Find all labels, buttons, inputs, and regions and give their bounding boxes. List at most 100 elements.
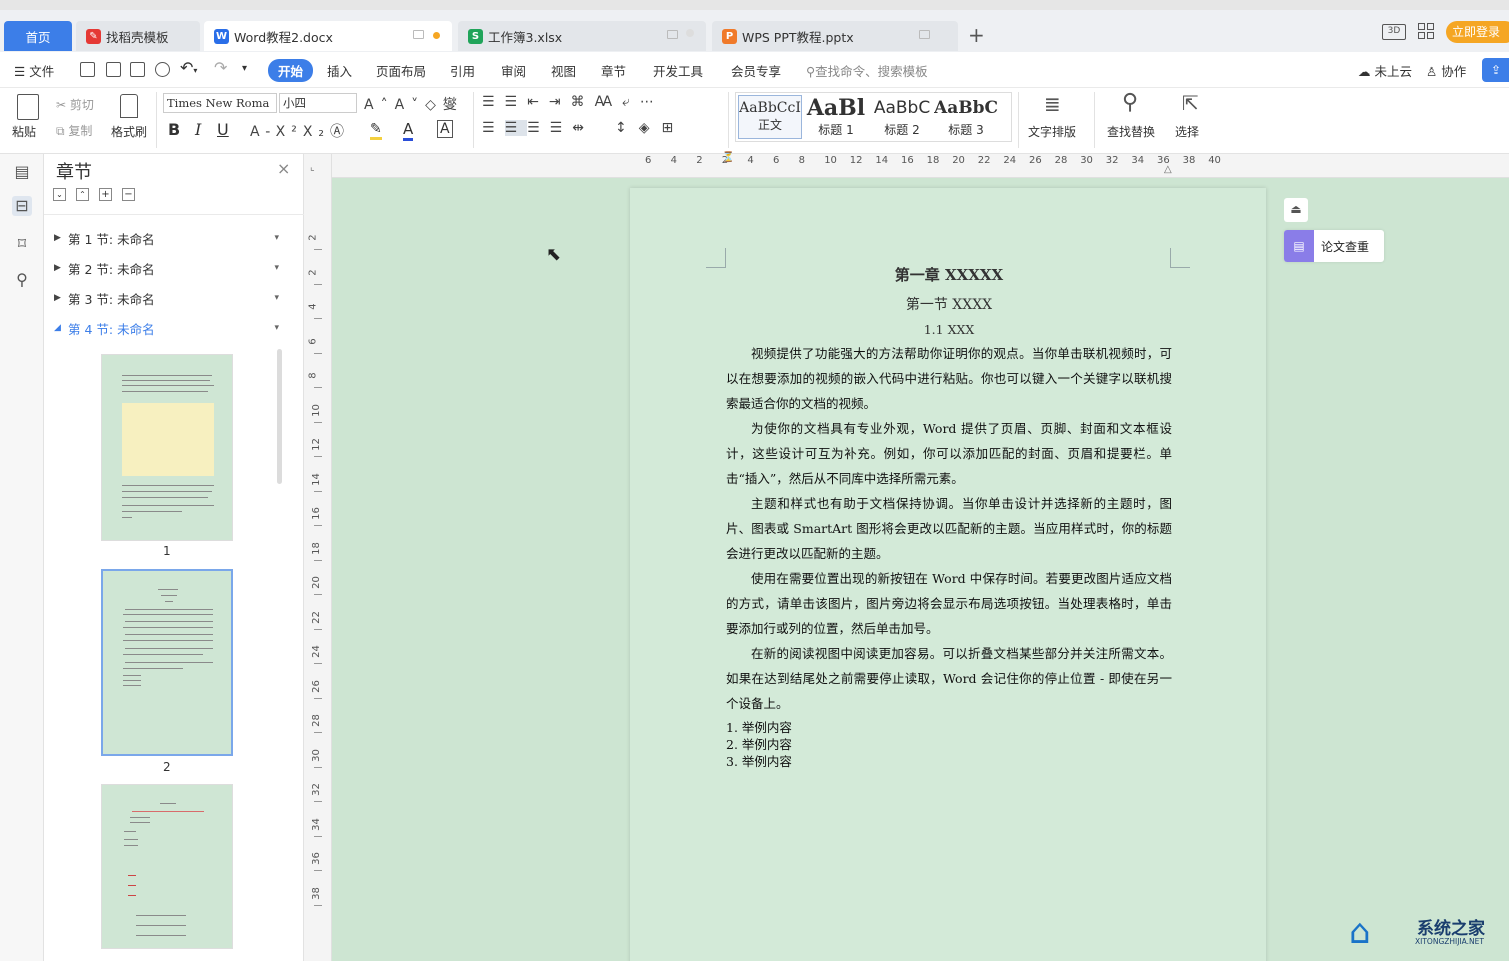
tab-docer-templates[interactable]: ✎ 找稻壳模板 [76,21,200,51]
select-button[interactable]: 选择 [1175,123,1199,140]
new-tab-button[interactable]: + [968,23,985,47]
user-icon: ♙ [1426,64,1438,79]
style-heading-2[interactable]: AaBbC 标题 2 [870,95,934,139]
menu-insert[interactable]: 插入 [327,61,352,80]
vertical-ruler[interactable]: 2 2 4 6 8 10 12 14 16 18 20 22 24 26 28 30 32 34 36 38 [304,154,332,961]
save-icon[interactable] [80,62,95,77]
tab-ppt-presentation[interactable]: P WPS PPT教程.pptx [712,21,958,51]
export-pdf-icon[interactable] [106,62,121,77]
margin-corner-top-right [1170,248,1190,268]
add-section-icon[interactable]: + [99,188,112,201]
menu-chapter[interactable]: 章节 [601,61,626,80]
section-menu-icon[interactable]: ▾ [274,293,279,303]
ruler-tick-label: 22 [310,610,322,624]
ruler-tick-label: 20 [952,155,965,166]
apps-grid-icon[interactable] [1418,23,1434,39]
indent-marker-right[interactable]: △ [1164,164,1172,175]
underline-button[interactable]: U [217,120,229,139]
font-color-button[interactable]: A [403,120,414,141]
style-heading-1[interactable]: AaBl 标题 1 [804,95,868,139]
section-menu-icon[interactable]: ▾ [274,323,279,333]
collapse-panel-button[interactable]: ⏏ [1284,198,1308,222]
char-border-button[interactable]: A [437,120,453,138]
command-search[interactable]: ⚲查找命令、搜索模板 [806,61,928,80]
font-name-select[interactable]: Times New Roma [163,93,277,113]
section-menu-icon[interactable]: ▾ [274,233,279,243]
tab-close-icon[interactable] [686,29,694,37]
tab-word-document[interactable]: W Word教程2.docx [204,21,452,51]
ruler-tick-mark [314,421,322,423]
menu-start[interactable]: 开始 [268,59,314,82]
ruler-tick-mark [314,663,322,664]
horizontal-ruler[interactable]: ⌞ 6 4 2 2 4 6 8 10 12 14 16 18 20 22 24 26 28 30 32 34 36 38 4… [310,153,1509,178]
collapse-all-icon[interactable]: ⌄ [53,188,66,201]
section-item[interactable]: ▶ 第 1 节: 未命名 ▾ [54,228,289,248]
menu-page-layout[interactable]: 页面布局 [376,61,426,80]
menu-member[interactable]: 会员专享 [731,61,781,80]
style-gallery[interactable]: AaBbCcI 正文 AaBl 标题 1 AaBbC 标题 2 AaBbC 标题… [735,92,1012,142]
style-normal[interactable]: AaBbCcI 正文 [738,95,802,139]
collaborate-button[interactable]: ♙ 协作 [1426,61,1466,80]
menu-reference[interactable]: 引用 [450,61,475,80]
indent-marker-left[interactable]: ⏳ [722,153,734,163]
paragraph: 在新的阅读视图中阅读更加容易。可以折叠文档某些部分并关注所需文本。如果在达到结尾… [726,646,1172,711]
page-thumbnail-selected[interactable] [101,569,233,756]
search-icon[interactable]: ⚲ [12,270,32,290]
section-menu-icon[interactable]: ▾ [274,263,279,273]
style-heading-3[interactable]: AaBbC 标题 3 [934,95,998,139]
tab-home[interactable]: 首页 [4,21,72,51]
section-item-active[interactable]: ◢ 第 4 节: 未命名 ▾ [54,318,289,338]
plagiarism-check-button[interactable]: ▤ 论文查重 [1284,230,1384,262]
ruler-tick-label: 38 [1182,155,1196,166]
tab-excel-workbook[interactable]: S 工作簿3.xlsx [458,21,706,51]
spacing-shading-buttons[interactable]: ↕◈⊞ [615,120,685,136]
undo-icon[interactable]: ↶▾ [180,58,197,77]
align-buttons[interactable]: ☰☰☰☰⇹ [482,120,594,136]
text-layout-button[interactable]: 文字排版 [1028,123,1076,140]
bold-button[interactable]: B [168,120,180,139]
menu-bar: ☰ 文件 ↶▾ ↷ ▾ 开始 插入 页面布局 引用 审阅 视图 章节 开发工具 … [0,52,1509,88]
panel-scrollbar[interactable] [277,349,282,484]
chapter-nav-icon[interactable]: ⊟ [12,196,32,216]
cloud-status[interactable]: ☁ 未上云 [1358,61,1412,80]
section-item[interactable]: ▶ 第 3 节: 未命名 ▾ [54,288,289,308]
print-icon[interactable] [130,62,145,77]
document-page[interactable]: 第一章 XXXXX 第一节 XXXX 1.1 XXX 视频提供了功能强大的方法帮… [630,188,1266,961]
quick-access-dropdown-icon[interactable]: ▾ [242,63,247,74]
italic-button[interactable]: I [195,120,201,139]
list-buttons[interactable]: ☰☰⇤⇥⌘Ꜳ⤶⋯ [482,94,664,110]
page-thumbnail[interactable] [101,784,233,949]
paste-icon[interactable] [17,94,39,120]
page-thumbnail[interactable] [101,354,233,541]
file-menu[interactable]: ☰ 文件 [14,61,54,80]
numbered-list: 1. 举例内容 2. 举例内容 3. 举例内容 [726,719,792,770]
menu-review[interactable]: 审阅 [501,61,526,80]
layout-3d-icon[interactable]: 3D [1382,24,1406,40]
format-painter-icon[interactable] [120,94,138,118]
menu-view[interactable]: 视图 [551,61,576,80]
find-replace-button[interactable]: 查找替换 [1107,123,1155,140]
menu-developer[interactable]: 开发工具 [653,61,703,80]
wps-writer-window: 首页 ✎ 找稻壳模板 W Word教程2.docx S 工作簿3.xlsx P … [0,0,1509,961]
paragraph: 为使你的文档具有专业外观，Word 提供了页眉、页脚、封面和文本框设计，这些设计… [726,421,1172,486]
document-canvas[interactable]: ⬉ 第一章 XXXXX 第一节 XXXX 1.1 XXX 视频提供了功能强大的方… [332,178,1509,961]
outline-icon[interactable]: ▤ [12,162,32,182]
share-button[interactable]: ⇪ [1482,58,1509,82]
font-size-select[interactable]: 小四 [279,93,357,113]
login-button[interactable]: 立即登录 [1446,21,1509,43]
expand-all-icon[interactable]: ⌃ [76,188,89,201]
text-effects-buttons[interactable]: A-X²X₂Ⓐ [250,121,350,141]
highlight-button[interactable]: ✎ [370,121,382,140]
print-preview-icon[interactable] [155,62,170,77]
cut-button[interactable]: ✂ 剪切 [56,96,94,113]
remove-section-icon[interactable]: − [122,188,135,201]
panel-close-icon[interactable]: × [277,159,290,178]
excel-icon: S [468,28,483,44]
redo-icon[interactable]: ↷ [214,58,227,77]
section-item[interactable]: ▶ 第 2 节: 未命名 ▾ [54,258,289,278]
paste-button[interactable]: 粘贴 [12,123,36,140]
copy-button[interactable]: ⧉ 复制 [56,122,92,139]
format-painter-button[interactable]: 格式刷 [111,123,147,140]
ruler-corner: ⌞ [310,162,315,173]
bookmark-icon[interactable]: ⌑ [12,234,32,254]
